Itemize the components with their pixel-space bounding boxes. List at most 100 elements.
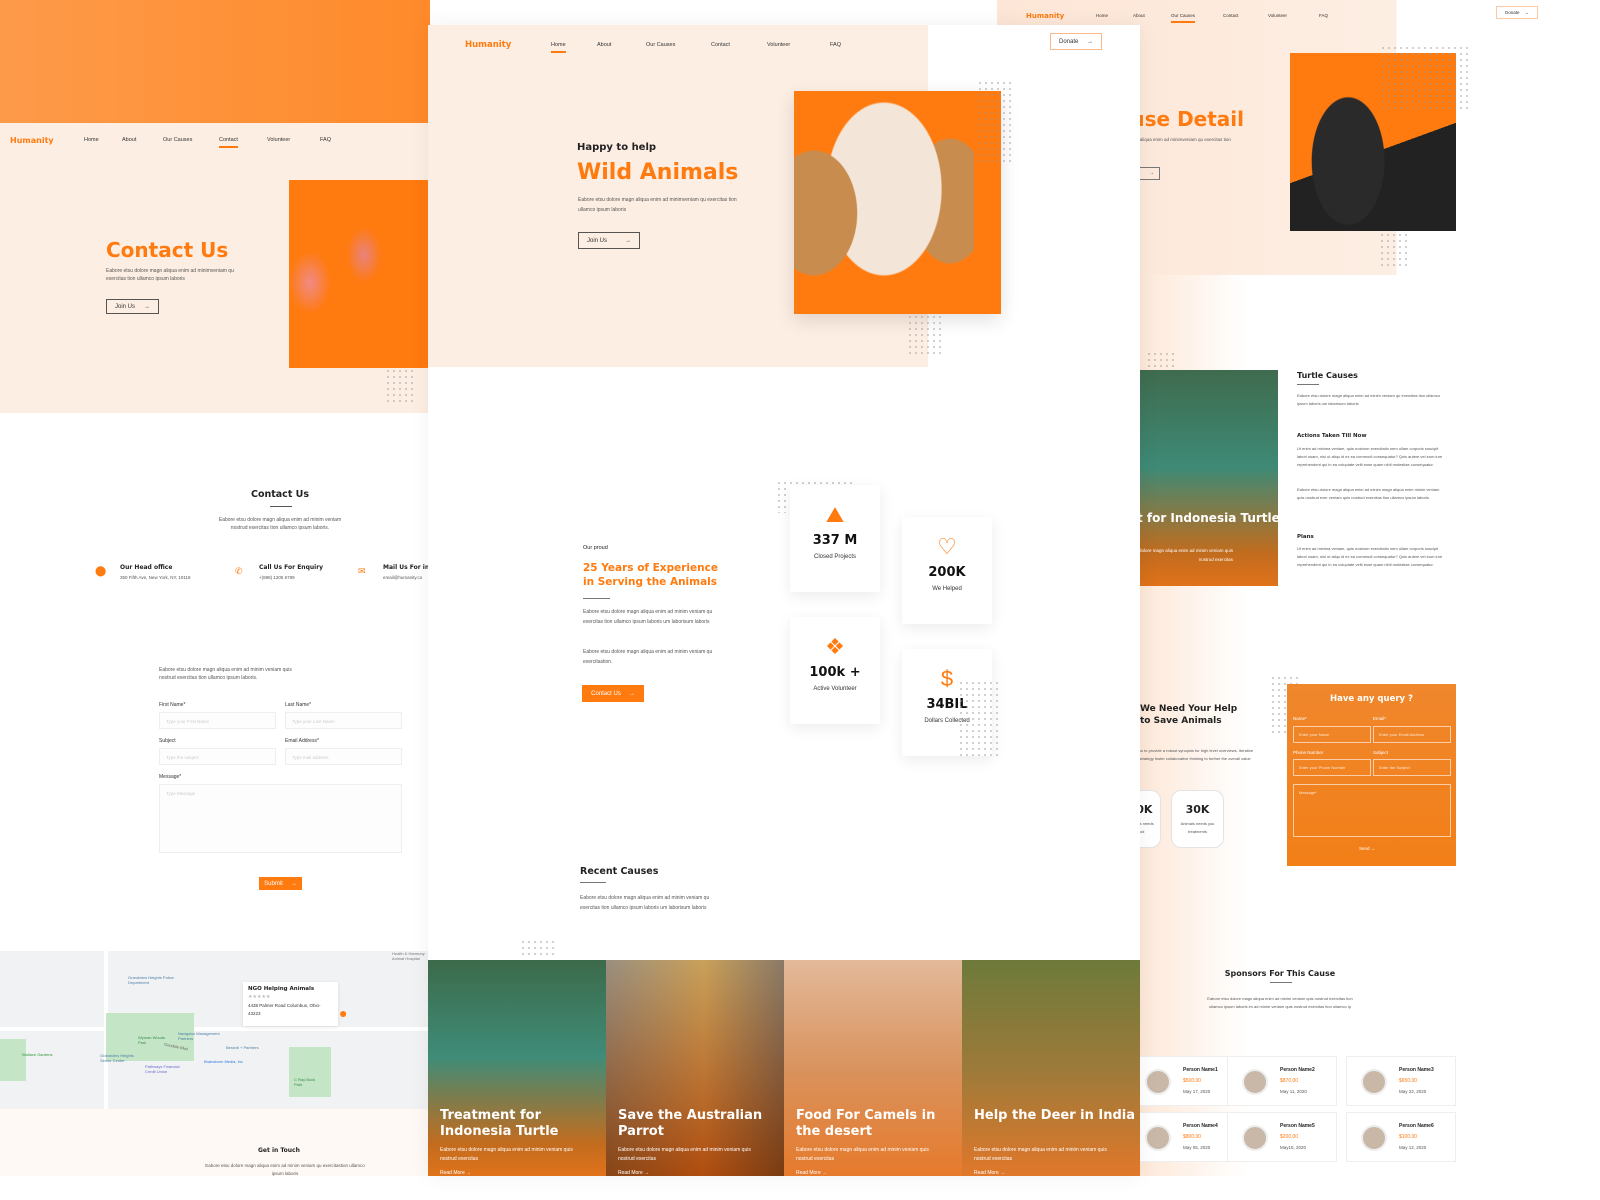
read-more-link[interactable]: Read More →: [974, 1170, 1005, 1176]
info-text: email@humanity.co: [383, 575, 423, 580]
join-us-button[interactable]: Join Us →: [578, 232, 640, 249]
stat-card: ❖ 100k + Active Volunteer: [790, 617, 880, 724]
join-us-button[interactable]: Join Us →: [106, 299, 159, 314]
sponsor-amount: $500.00: [1183, 1078, 1202, 1084]
detail-text: Eabore etsu dolore magn aliqua enim ad m…: [1140, 137, 1231, 142]
cause-card[interactable]: Treatment for Indonesia Turtle Eabore ets…: [428, 960, 606, 1176]
dots-decoration: [520, 939, 556, 957]
cause-title: Save the Australian Parrot: [618, 1108, 763, 1139]
form-intro: Eabore etsu dolore magn aliqua enim ad m…: [159, 667, 292, 681]
cause-text: Eabore etsu dolore magn aliqua enim ad m…: [618, 1147, 751, 1162]
brand-logo[interactable]: Humanity: [465, 40, 511, 50]
query-title: Have any query ?: [1330, 694, 1413, 704]
sponsor-card: Person Name5 $200.00 May15, 2020: [1227, 1112, 1337, 1162]
nav-faq[interactable]: FAQ: [1319, 13, 1328, 18]
message-input[interactable]: Type Message: [159, 784, 402, 853]
mini-stat-card: 30K Animals needs you treatments: [1171, 790, 1224, 848]
nav-contact[interactable]: Contact: [711, 42, 730, 48]
nav-home[interactable]: Home: [1096, 13, 1108, 18]
nav-faq[interactable]: FAQ: [830, 42, 841, 48]
detail-card-title: Treatment for Indonesia Turtle: [1140, 511, 1278, 525]
message-input[interactable]: Message*: [1293, 784, 1451, 837]
send-button[interactable]: Send →: [1359, 846, 1375, 851]
read-more-link[interactable]: Read More →: [440, 1170, 471, 1176]
map-label: Health & Harmony Animal Hospital: [392, 951, 425, 961]
dots-decoration: [1380, 45, 1470, 110]
sponsor-card: Person Name1 $500.00 May 17, 2020: [1130, 1056, 1240, 1106]
email-input[interactable]: Enter your Email Address: [1373, 726, 1451, 743]
arrow-right-icon: →: [628, 690, 635, 697]
join-label: Join Us: [115, 303, 136, 310]
nav-causes[interactable]: Our Causes: [1171, 13, 1196, 23]
name-label: Name*: [1293, 716, 1307, 721]
cause-card[interactable]: Save the Australian Parrot Eabore etsu do…: [606, 960, 784, 1176]
read-more-link[interactable]: Read More →: [796, 1170, 827, 1176]
name-input[interactable]: Enter your Name: [1293, 726, 1371, 743]
nav-volunteer[interactable]: Volunteer: [267, 137, 290, 143]
cause-text: Eabore etsu dolore magn aliqua enim ad m…: [796, 1147, 929, 1162]
nav-contact[interactable]: Contact: [1223, 13, 1239, 18]
park-area: [289, 1047, 331, 1097]
sponsor-card: Person Name6 $100.00 May 12, 2020: [1346, 1112, 1456, 1162]
detail-card-text: Eabore etsu dolore magn aliqua enim ad m…: [1140, 548, 1233, 562]
stat-label: Closed Projects: [813, 554, 857, 560]
submit-button[interactable]: Submit →: [259, 877, 302, 890]
nav-causes[interactable]: Our Causes: [163, 137, 192, 143]
turtle-causes-title: Turtle Causes: [1297, 371, 1358, 380]
dog-illustration: [794, 91, 974, 314]
map-label: Grandview Heights Senior Center: [100, 1053, 134, 1063]
map-place-name: NGO Helping Animals: [248, 986, 315, 992]
email-input[interactable]: Type mail address: [285, 748, 402, 765]
read-more-label: Read More: [440, 1170, 465, 1176]
read-more-link[interactable]: Read More →: [618, 1170, 649, 1176]
message-label: Message*: [159, 774, 182, 780]
map-label: Wallace Gardens: [22, 1052, 53, 1057]
stat-card: ♡ 200K We Helped: [902, 517, 992, 624]
avatar: [1242, 1069, 1268, 1095]
recent-causes-title: Recent Causes: [580, 866, 659, 877]
hands-heart-icon: ♡: [937, 534, 957, 559]
brand-logo[interactable]: Humanity: [1026, 12, 1064, 20]
dog-image: [794, 91, 1001, 314]
nav-about[interactable]: About: [597, 42, 611, 48]
dots-decoration: [958, 680, 1000, 760]
map[interactable]: Grandview Heights Police Department Wyma…: [0, 951, 430, 1109]
stat-value: 100k +: [809, 665, 861, 680]
nav-volunteer[interactable]: Volunteer: [767, 42, 790, 48]
nav-volunteer[interactable]: Volunteer: [1268, 13, 1287, 18]
contact-us-button[interactable]: Contact Us →: [582, 685, 644, 702]
first-name-input[interactable]: Type your First Name: [159, 712, 276, 729]
read-more-label: Read More: [618, 1170, 643, 1176]
sponsor-date: May 22, 2020: [1399, 1089, 1427, 1094]
help-title-line2: to Save Animals: [1140, 716, 1222, 726]
subject-input[interactable]: Enter the Subject: [1373, 759, 1451, 776]
mini-stat-label: Animals needs you treatments: [1180, 821, 1215, 834]
phone-input[interactable]: Enter your Phone Number: [1293, 759, 1371, 776]
donate-button[interactable]: Donate →: [1496, 6, 1538, 19]
plans-text: Ut enim ad minima veniam, quis nostrum e…: [1297, 546, 1443, 567]
nav-contact[interactable]: Contact: [219, 137, 238, 148]
sponsor-card: Person Name3 $650.00 May 22, 2020: [1346, 1056, 1456, 1106]
arrow-right-icon: →: [644, 1170, 650, 1176]
nav-about[interactable]: About: [122, 137, 136, 143]
help-text-clip: Leverage agile frameworks to provide a r…: [1140, 747, 1255, 777]
read-more-label: Read More: [796, 1170, 821, 1176]
last-name-input[interactable]: Type your Last Name: [285, 712, 402, 729]
brand-logo[interactable]: Humanity: [10, 136, 54, 145]
divider: [270, 506, 292, 507]
nav-causes[interactable]: Our Causes: [646, 42, 675, 48]
nav-home[interactable]: Home: [551, 42, 566, 53]
sponsor-date: May 11, 2020: [1280, 1089, 1307, 1094]
nav-about[interactable]: About: [1133, 13, 1145, 18]
detail-join-button[interactable]: →: [1140, 167, 1160, 180]
map-info-card: NGO Helping Animals ★★★★★ 4438 Palmer Ro…: [243, 982, 338, 1026]
sponsor-amount: $200.00: [1280, 1134, 1299, 1140]
nav-faq[interactable]: FAQ: [320, 137, 331, 143]
nav-home[interactable]: Home: [84, 137, 99, 143]
cause-card[interactable]: Help the Deer in India Eabore etsu dolore…: [962, 960, 1140, 1176]
arrow-right-icon: →: [466, 1170, 472, 1176]
cause-card[interactable]: Food For Camels in the desert Eabore etsu…: [784, 960, 962, 1176]
donate-button[interactable]: Donate →: [1050, 33, 1102, 50]
subject-input[interactable]: Type the subject: [159, 748, 276, 765]
map-label: Berardi + Partners: [226, 1045, 259, 1050]
